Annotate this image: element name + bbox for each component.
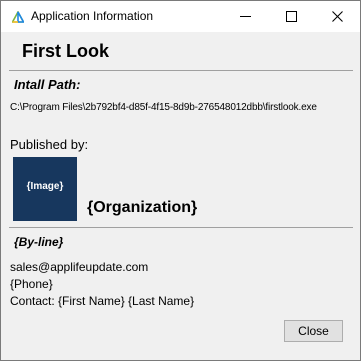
logo-placeholder-text: {Image}: [26, 181, 64, 192]
app-name: First Look: [22, 41, 110, 61]
divider: [9, 70, 353, 71]
publisher-logo: {Image}: [13, 157, 77, 221]
close-button[interactable]: Close: [284, 320, 343, 342]
minimize-icon: [240, 16, 251, 17]
title-bar[interactable]: Application Information: [1, 1, 360, 32]
contact-phone: {Phone}: [10, 277, 53, 291]
contact-name: Contact: {First Name} {Last Name}: [10, 294, 195, 308]
install-path-value: C:\Program Files\2b792bf4-d85f-4f15-8d9b…: [10, 102, 317, 113]
app-triangle-icon: [11, 10, 25, 23]
window-title: Application Information: [31, 9, 154, 23]
close-window-button[interactable]: [314, 1, 360, 32]
application-information-dialog: Application Information First Look Intal…: [0, 0, 361, 361]
maximize-icon: [286, 11, 297, 22]
published-by-label: Published by:: [10, 137, 89, 152]
contact-email: sales@applifeupdate.com: [10, 260, 149, 274]
close-icon: [332, 11, 343, 22]
install-path-label: Intall Path:: [14, 77, 81, 92]
dialog-content: First Look Intall Path: C:\Program Files…: [1, 32, 360, 360]
minimize-button[interactable]: [222, 1, 268, 32]
organization-name: {Organization}: [87, 199, 198, 216]
maximize-button[interactable]: [268, 1, 314, 32]
divider: [9, 227, 353, 228]
byline: {By-line}: [14, 235, 64, 249]
